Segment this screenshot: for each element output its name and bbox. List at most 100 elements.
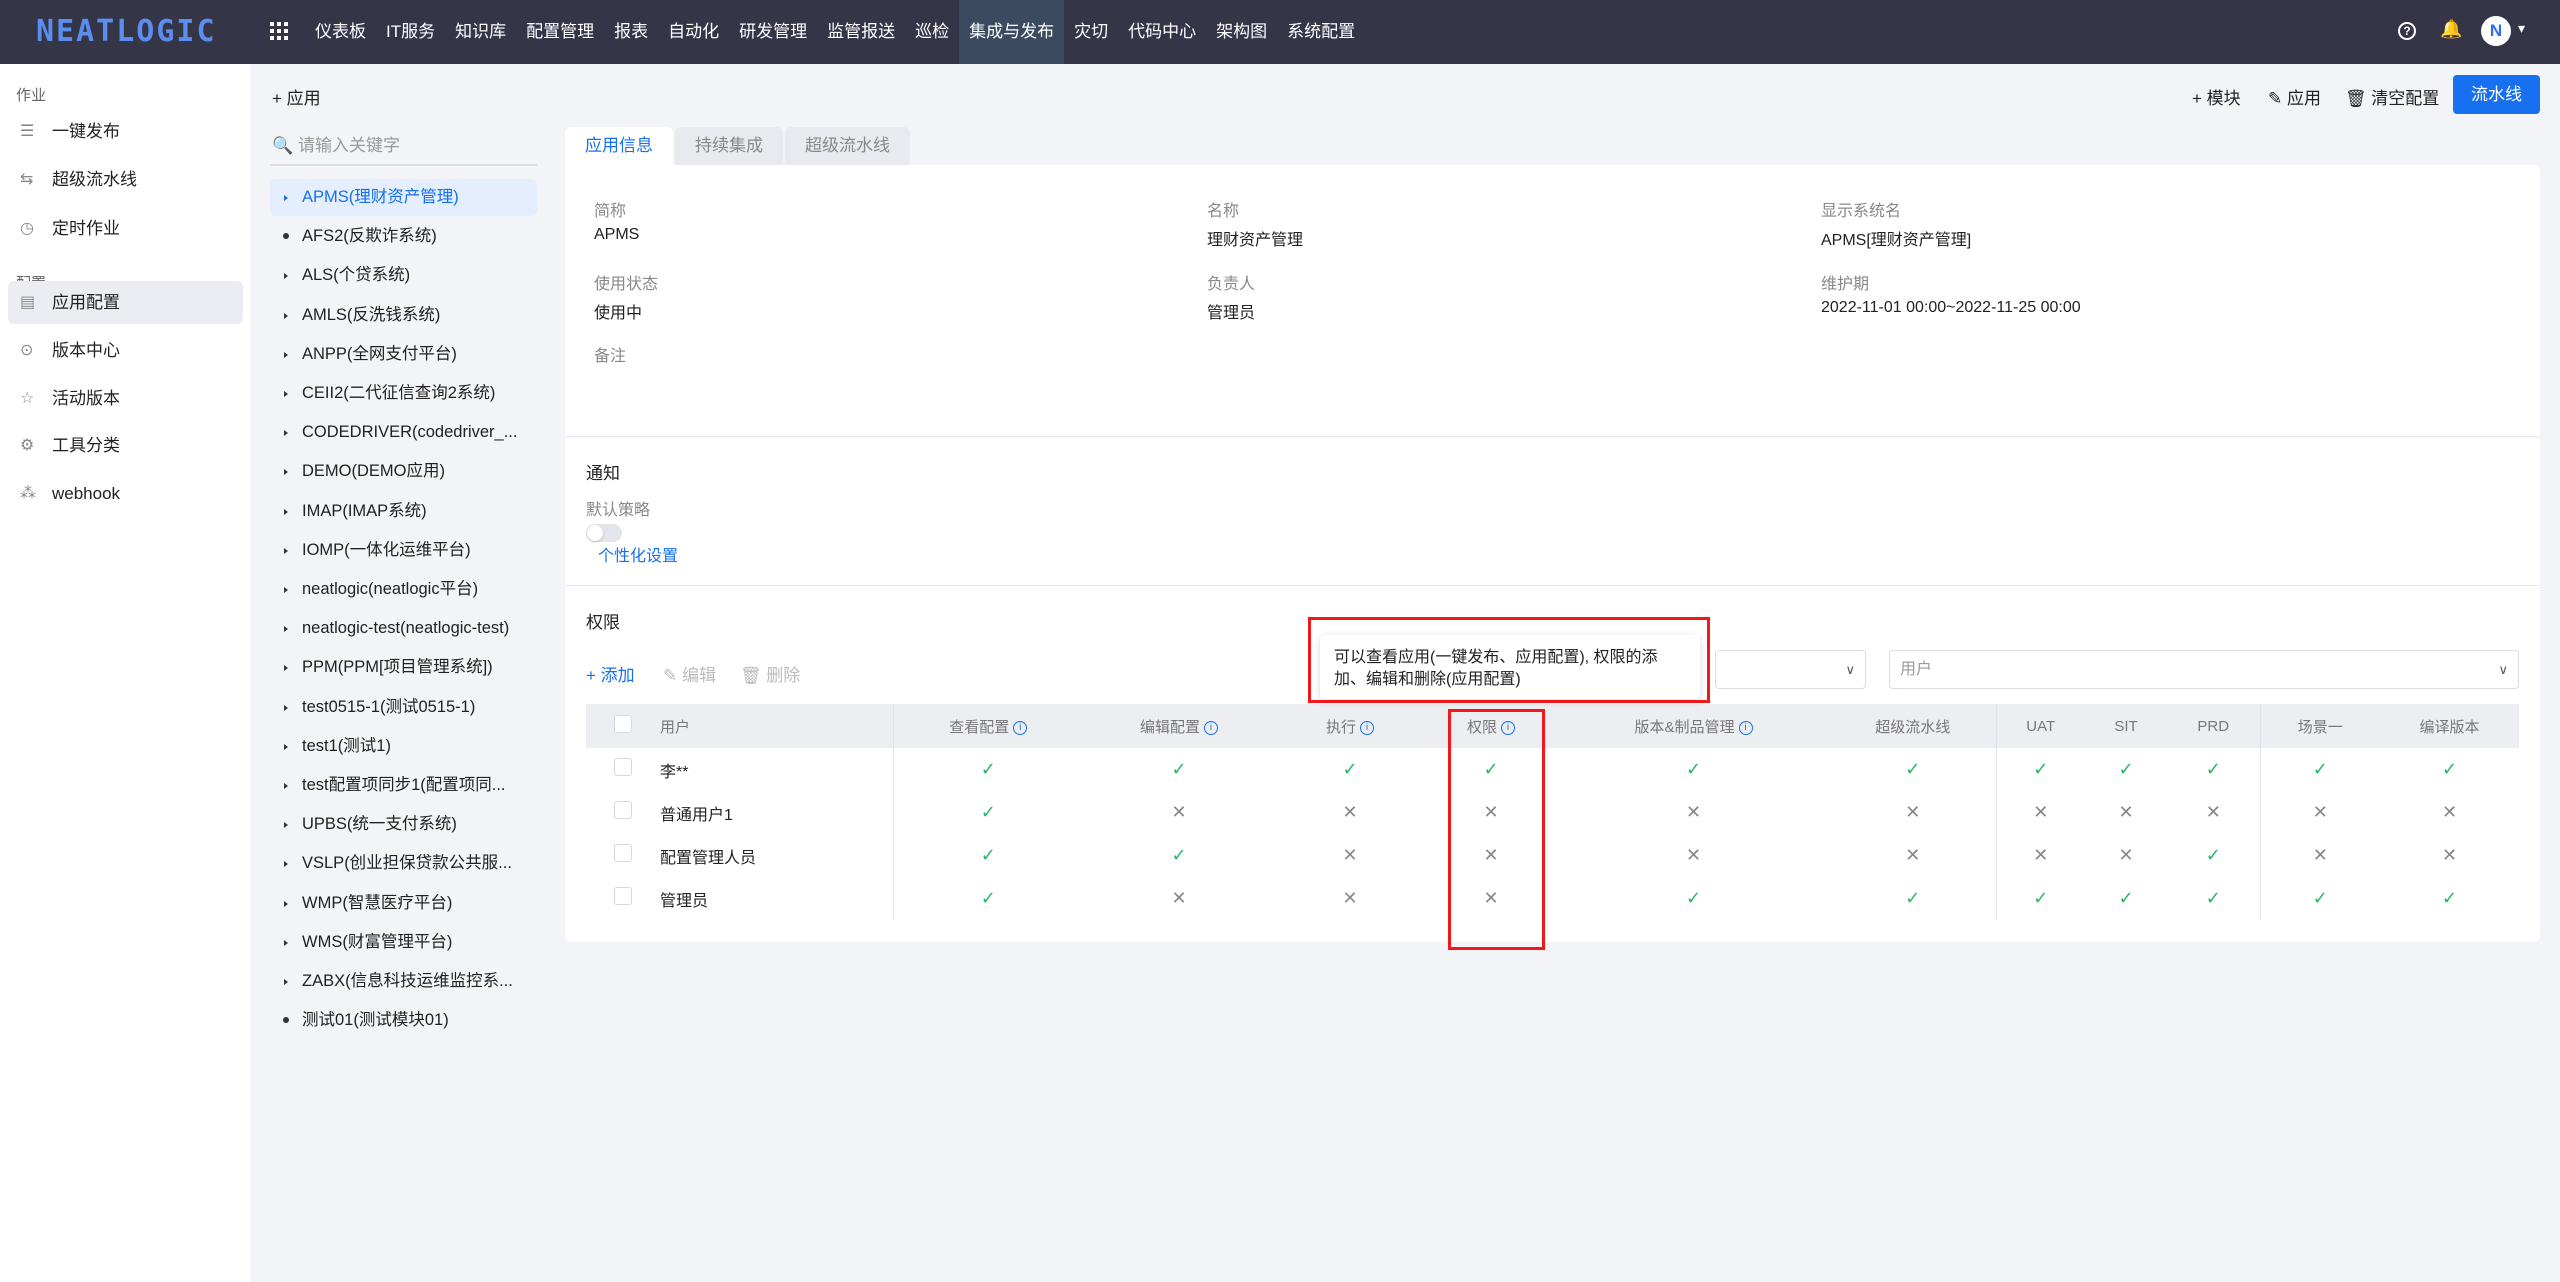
app-list-item[interactable]: neatlogic(neatlogic平台) <box>270 571 537 608</box>
check-icon: ✓ <box>2205 888 2221 908</box>
app-list-item[interactable]: IOMP(一体化运维平台) <box>270 532 537 569</box>
app-list-item[interactable]: WMP(智慧医疗平台) <box>270 885 537 922</box>
user-cell: 普通用户1 <box>660 806 733 824</box>
row-checkbox[interactable] <box>614 801 632 819</box>
row-select-cell <box>586 834 660 877</box>
avatar[interactable]: N <box>2481 16 2511 46</box>
app-list-item[interactable]: test1(测试1) <box>270 728 537 765</box>
chevron-down-icon[interactable]: ▾ <box>2518 20 2525 37</box>
tab-app-info[interactable]: 应用信息 <box>565 127 673 165</box>
cross-icon: ✕ <box>2259 834 2380 877</box>
column-header-label: 超级流水线 <box>1875 718 1951 736</box>
pipeline-button[interactable]: 流水线 <box>2453 75 2540 114</box>
info-icon[interactable]: i <box>1360 720 1374 735</box>
sidebar-item[interactable]: ◷ 定时作业 <box>8 207 243 250</box>
tab-ci[interactable]: 持续集成 <box>675 127 783 165</box>
nav-item[interactable]: 仪表板 <box>305 0 376 64</box>
logo[interactable]: NEATLOGIC <box>36 14 217 49</box>
sidebar-item[interactable]: ☰ 一键发布 <box>8 110 243 153</box>
check-icon: ✓ <box>1171 759 1187 779</box>
add-permission-button[interactable]: + 添加 <box>586 661 635 686</box>
info-icon[interactable]: i <box>1204 720 1218 735</box>
select-all-checkbox[interactable] <box>614 715 632 733</box>
apps-grid-icon[interactable] <box>270 22 288 40</box>
check-icon: ✓ <box>1685 888 1702 908</box>
app-list-item[interactable]: VSLP(创业担保贷款公共服... <box>270 845 537 882</box>
nav-item[interactable]: 灾切 <box>1064 0 1118 64</box>
app-list-item[interactable]: AFS2(反欺诈系统) <box>270 218 537 255</box>
check-icon: ✓ <box>892 791 1083 834</box>
bell-icon[interactable]: 🔔 <box>2440 19 2462 40</box>
edit-permission-button[interactable]: ✎ 编辑 <box>663 661 716 686</box>
app-list-item[interactable]: PPM(PPM[项目管理系统]) <box>270 649 537 686</box>
nav-item[interactable]: 巡检 <box>905 0 959 64</box>
nav-item[interactable]: 架构图 <box>1206 0 1277 64</box>
nav-item[interactable]: 知识库 <box>445 0 516 64</box>
column-header: 版本&制品管理 i <box>1557 704 1830 748</box>
sidebar-item[interactable]: ⇆ 超级流水线 <box>8 158 243 201</box>
row-checkbox[interactable] <box>614 758 632 776</box>
nav-item[interactable]: 代码中心 <box>1118 0 1206 64</box>
clear-config-button[interactable]: 🗑 清空配置 <box>2345 84 2439 109</box>
app-list-item[interactable]: ZABX(信息科技运维监控系... <box>270 963 537 1000</box>
env-select[interactable]: ∨ <box>1715 650 1866 689</box>
info-icon[interactable]: i <box>1013 720 1028 735</box>
app-list-item[interactable]: test配置项同步1(配置项同... <box>270 767 537 804</box>
nav-item[interactable]: 研发管理 <box>729 0 817 64</box>
app-list-item[interactable]: WMS(财富管理平台) <box>270 924 537 961</box>
app-list-item[interactable]: 测试01(测试模块01) <box>270 1002 537 1039</box>
user-select[interactable]: 用户 ∨ <box>1889 650 2519 689</box>
app-list-item[interactable]: CEII2(二代征信查询2系统) <box>270 375 537 412</box>
add-module-button[interactable]: + 模块 <box>2192 84 2241 109</box>
app-list-item[interactable]: UPBS(统一支付系统) <box>270 806 537 843</box>
app-list-item[interactable]: ANPP(全网支付平台) <box>270 336 537 373</box>
row-checkbox[interactable] <box>614 887 632 905</box>
column-header-label: 执行 <box>1325 718 1356 736</box>
cross-icon: ✕ <box>2441 845 2458 865</box>
app-list-item[interactable]: DEMO(DEMO应用) <box>270 453 537 490</box>
app-list-item[interactable]: APMS(理财资产管理) <box>270 179 537 216</box>
sidebar: 作业 配置 ☰一键发布⇆超级流水线◷定时作业▤应用配置⊙版本中心☆活动版本⚙工具… <box>0 64 250 1282</box>
sidebar-item[interactable]: ▤ 应用配置 <box>8 281 243 324</box>
maintenance-value: 2022-11-01 00:00~2022-11-25 00:00 <box>1821 299 2081 316</box>
app-list-item[interactable]: neatlogic-test(neatlogic-test) <box>270 610 537 647</box>
edit-app-button[interactable]: ✎ 应用 <box>2268 84 2321 109</box>
search-input[interactable]: 🔍 请输入关键字 <box>270 126 537 166</box>
check-icon: ✓ <box>2205 845 2221 865</box>
app-list-item[interactable]: test0515-1(测试0515-1) <box>270 689 537 726</box>
tab-super-pipeline[interactable]: 超级流水线 <box>785 127 910 165</box>
sidebar-item[interactable]: ⚙ 工具分类 <box>8 424 243 467</box>
nav-item[interactable]: 自动化 <box>658 0 729 64</box>
app-list-item[interactable]: AMLS(反洗钱系统) <box>270 297 537 334</box>
help-icon[interactable]: ? <box>2398 22 2416 40</box>
cross-icon: ✕ <box>1342 845 1358 865</box>
nav-item[interactable]: IT服务 <box>376 0 445 64</box>
sidebar-item[interactable]: ⊙ 版本中心 <box>8 329 243 372</box>
info-icon[interactable]: i <box>1738 720 1753 735</box>
nav-item[interactable]: 集成与发布 <box>959 0 1065 64</box>
delete-permission-button[interactable]: 🗑 删除 <box>740 661 800 686</box>
check-icon: ✓ <box>1995 748 2085 791</box>
cross-icon: ✕ <box>1171 802 1187 822</box>
cross-icon: ✕ <box>1905 845 1921 865</box>
sidebar-item[interactable]: ⁂ webhook <box>8 472 243 515</box>
nav-item[interactable]: 报表 <box>604 0 658 64</box>
default-policy-toggle[interactable] <box>586 524 622 542</box>
cross-icon: ✕ <box>2259 791 2380 834</box>
sidebar-item[interactable]: ☆ 活动版本 <box>8 377 243 420</box>
check-icon: ✓ <box>1905 759 1921 779</box>
add-app-button[interactable]: + 应用 <box>272 84 321 109</box>
check-icon: ✓ <box>2118 759 2134 779</box>
nav-item[interactable]: 系统配置 <box>1277 0 1365 64</box>
app-list-item[interactable]: IMAP(IMAP系统) <box>270 493 537 530</box>
app-list-item[interactable]: CODEDRIVER(codedriver_... <box>270 414 537 451</box>
custom-settings-link[interactable]: 个性化设置 <box>598 542 678 566</box>
nav-item[interactable]: 配置管理 <box>516 0 604 64</box>
owner-value: 管理员 <box>1207 305 1256 322</box>
row-checkbox[interactable] <box>614 844 632 862</box>
owner-label: 负责人 <box>1207 276 1256 293</box>
check-icon: ✓ <box>1995 877 2085 920</box>
app-list-item[interactable]: ALS(个贷系统) <box>270 257 537 294</box>
nav-item[interactable]: 监管报送 <box>817 0 905 64</box>
column-header-label: UAT <box>2026 717 2056 735</box>
